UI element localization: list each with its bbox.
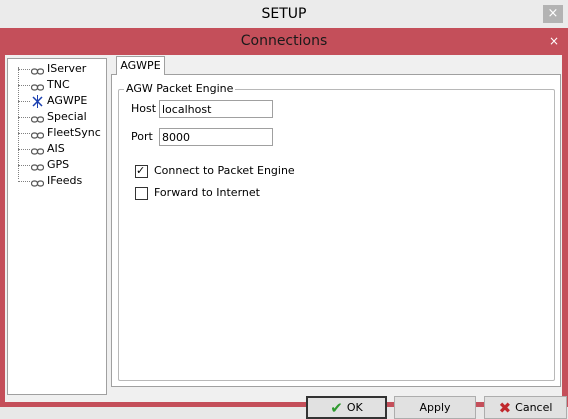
tree-item-fleetsync[interactable]: FleetSync: [18, 125, 101, 141]
tree-connector: [18, 148, 30, 150]
chain-link-icon: [30, 81, 45, 91]
tree-item-label: TNC: [47, 78, 70, 91]
tree-item-ifeeds[interactable]: IFeeds: [18, 173, 82, 189]
chain-link-icon: [30, 65, 45, 75]
forward-to-internet-label: Forward to Internet: [154, 186, 260, 199]
group-title: AGW Packet Engine: [124, 82, 236, 95]
dialog-close-button[interactable]: ×: [544, 32, 564, 50]
tree-item-label: FleetSync: [47, 126, 101, 139]
tab-panel: AGW Packet Engine Host Port Connect to P…: [111, 74, 561, 387]
connections-dialog: Connections × IServer TNC AGWPE Special Flee…: [0, 28, 568, 419]
close-x-icon: ✖: [498, 398, 512, 417]
outer-close-button[interactable]: ×: [543, 5, 563, 23]
tree-item-ais[interactable]: AIS: [18, 141, 65, 157]
tree-connector: [18, 180, 30, 182]
forward-to-internet-checkbox[interactable]: [135, 186, 148, 200]
ok-button[interactable]: ✔ OK: [306, 396, 387, 419]
chain-link-icon: [30, 177, 45, 187]
tab-agwpe[interactable]: AGWPE: [116, 56, 165, 75]
tree-connector: [18, 164, 30, 166]
chain-link-icon: [30, 161, 45, 171]
tree-item-agwpe[interactable]: AGWPE: [18, 93, 87, 109]
connect-to-packet-engine-label: Connect to Packet Engine: [154, 164, 295, 177]
host-field[interactable]: [159, 100, 273, 118]
tree-item-gps[interactable]: GPS: [18, 157, 69, 173]
connect-to-packet-engine-checkbox[interactable]: [135, 164, 148, 178]
tree-connector: [18, 84, 30, 86]
outer-window-title: SETUP: [261, 6, 307, 22]
checkmark-icon: ✔: [330, 398, 343, 417]
tree-item-label: IFeeds: [47, 174, 83, 187]
tree-connector: [18, 68, 30, 70]
connection-tree[interactable]: IServer TNC AGWPE Special FleetSync AIS GPS IFe…: [7, 58, 107, 395]
port-label: Port: [131, 130, 153, 143]
host-label: Host: [131, 102, 157, 115]
tree-item-tnc[interactable]: TNC: [18, 77, 70, 93]
tree-item-special[interactable]: Special: [18, 109, 87, 125]
tree-item-label: AIS: [47, 142, 65, 155]
satellite-icon: [31, 94, 44, 108]
cancel-button-label: Cancel: [515, 401, 553, 414]
tree-item-label: GPS: [47, 158, 70, 171]
tree-connector: [18, 100, 30, 102]
connect-to-packet-engine-row[interactable]: Connect to Packet Engine: [135, 164, 295, 178]
chain-link-icon: [30, 113, 45, 123]
outer-titlebar: SETUP ×: [0, 0, 568, 28]
apply-button[interactable]: Apply: [394, 396, 476, 419]
forward-to-internet-row[interactable]: Forward to Internet: [135, 186, 260, 200]
dialog-client-area: IServer TNC AGWPE Special FleetSync AIS GPS IFe…: [5, 55, 567, 419]
port-field[interactable]: [159, 128, 273, 146]
tree-item-label: AGWPE: [47, 94, 88, 107]
tree-connector: [18, 116, 30, 118]
cancel-button[interactable]: ✖ Cancel: [484, 396, 567, 419]
ok-button-label: OK: [346, 401, 363, 414]
chain-link-icon: [30, 129, 45, 139]
tree-item-label: IServer: [47, 62, 87, 75]
tree-item-iserver[interactable]: IServer: [18, 61, 86, 77]
agw-packet-engine-group: AGW Packet Engine Host Port Connect to P…: [118, 82, 555, 381]
tree-connector: [18, 132, 30, 134]
tree-item-label: Special: [47, 110, 87, 123]
chain-link-icon: [30, 145, 45, 155]
dialog-title: Connections: [240, 33, 328, 49]
